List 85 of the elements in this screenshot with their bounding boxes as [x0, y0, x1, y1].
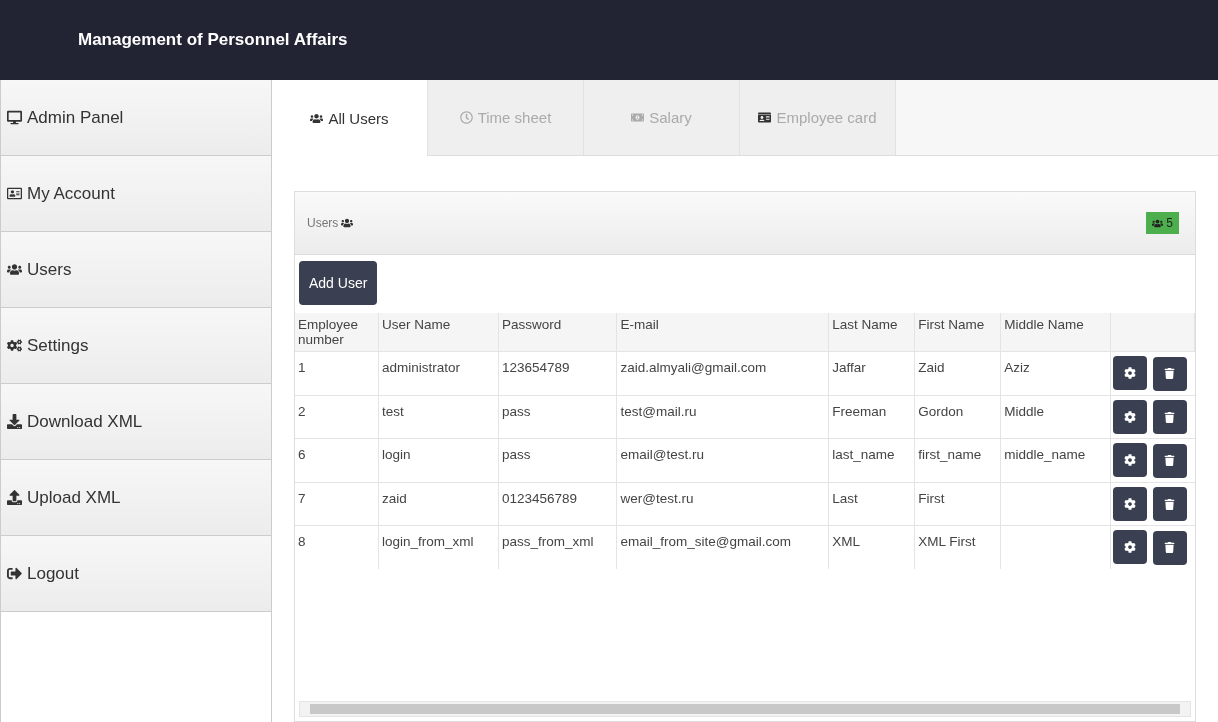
table-cell: test: [378, 395, 499, 439]
download-icon: [7, 414, 22, 429]
table-cell: 7: [295, 482, 379, 526]
sidebar-item[interactable]: Upload XML: [1, 460, 271, 536]
table-cell: pass_from_xml: [498, 525, 617, 569]
upload-icon: [7, 490, 22, 505]
delete-button[interactable]: [1152, 487, 1187, 521]
table-cell: 0123456789: [498, 482, 617, 526]
delete-button[interactable]: [1152, 443, 1187, 478]
table-cell: Middle: [1000, 395, 1110, 439]
settings-button[interactable]: [1112, 356, 1147, 390]
app-title: Management of Personnel Affairs: [78, 30, 348, 50]
settings-button[interactable]: [1112, 399, 1147, 434]
column-header: Employee number: [295, 313, 379, 352]
delete-button[interactable]: [1152, 400, 1187, 434]
table-cell: Gordon: [914, 395, 1001, 439]
gear-icon: [1123, 367, 1136, 379]
sidebar-item[interactable]: Logout: [1, 536, 271, 612]
column-header: User Name: [378, 313, 499, 352]
table-cell: pass: [498, 438, 617, 482]
sidebar-item[interactable]: Users: [1, 232, 271, 308]
users-icon: [7, 262, 22, 277]
table-cell: zaid: [378, 482, 499, 526]
monitor-icon: [7, 110, 22, 125]
table-cell: email@test.ru: [616, 438, 829, 482]
table-cell: 6: [295, 438, 379, 482]
table-cell: XML First: [914, 525, 1001, 569]
count-badge: 5: [1146, 212, 1179, 234]
trash-icon: [1164, 368, 1175, 379]
trash-icon: [1164, 498, 1175, 510]
table-cell: Jaffar: [828, 351, 915, 395]
panel-title: Users: [307, 216, 339, 230]
table-cell: 123654789: [498, 351, 617, 395]
table-cell: wer@test.ru: [616, 482, 829, 526]
table-cell: Aziz: [1000, 351, 1110, 395]
table-cell: pass: [498, 395, 617, 439]
settings-button[interactable]: [1112, 443, 1147, 477]
settings-button[interactable]: [1112, 530, 1147, 564]
table-cell: administrator: [378, 351, 499, 395]
trash-icon: [1164, 542, 1175, 553]
sidebar-item[interactable]: Download XML: [1, 384, 271, 460]
horizontal-scrollbar[interactable]: [299, 701, 1191, 717]
column-header: Password: [498, 313, 617, 352]
table-cell: email_from_site@gmail.com: [616, 525, 829, 569]
trash-icon: [1164, 411, 1175, 423]
column-header: First Name: [914, 313, 1001, 352]
trash-icon: [1164, 455, 1175, 466]
id-card-icon: [7, 186, 22, 201]
table-cell: login_from_xml: [378, 525, 499, 569]
table-cell: Last: [828, 482, 915, 526]
table-cell: login: [378, 438, 499, 482]
table-cell: 1: [295, 351, 379, 395]
table-cell: 8: [295, 525, 379, 569]
table-cell: test@mail.ru: [616, 395, 829, 439]
column-header: Middle Name: [1000, 313, 1110, 352]
sidebar-item[interactable]: My Account: [1, 156, 271, 232]
id-card-icon: [758, 111, 772, 124]
table-cell: 2: [295, 395, 379, 439]
table-cell: middle_name: [1000, 438, 1110, 482]
table-cell: XML: [828, 525, 915, 569]
delete-button[interactable]: [1152, 356, 1187, 391]
gear-icon: [1123, 454, 1136, 466]
tab[interactable]: All Users: [272, 80, 428, 156]
gear-icon: [1123, 410, 1136, 423]
clock-icon: [459, 111, 473, 124]
sidebar-item[interactable]: Admin Panel: [1, 80, 271, 156]
column-header: Last Name: [828, 313, 915, 352]
gear-icon: [1123, 541, 1136, 553]
settings-icon: [7, 338, 22, 353]
table-cell: last_name: [828, 438, 915, 482]
table-cell: Zaid: [914, 351, 1001, 395]
gear-icon: [1123, 497, 1136, 510]
users-icon: [341, 217, 354, 229]
table-cell: zaid.almyali@gmail.com: [616, 351, 829, 395]
logout-icon: [7, 566, 22, 581]
add-user-button[interactable]: Add User: [299, 261, 378, 305]
delete-button[interactable]: [1152, 530, 1187, 565]
sidebar-item[interactable]: Settings: [1, 308, 271, 384]
column-header: E-mail: [616, 313, 829, 352]
banknote-icon: [631, 111, 645, 124]
settings-button[interactable]: [1112, 486, 1147, 521]
table-cell: first_name: [914, 438, 1001, 482]
table-cell: Freeman: [828, 395, 915, 439]
table-cell: First: [914, 482, 1001, 526]
users-icon: [310, 111, 324, 125]
